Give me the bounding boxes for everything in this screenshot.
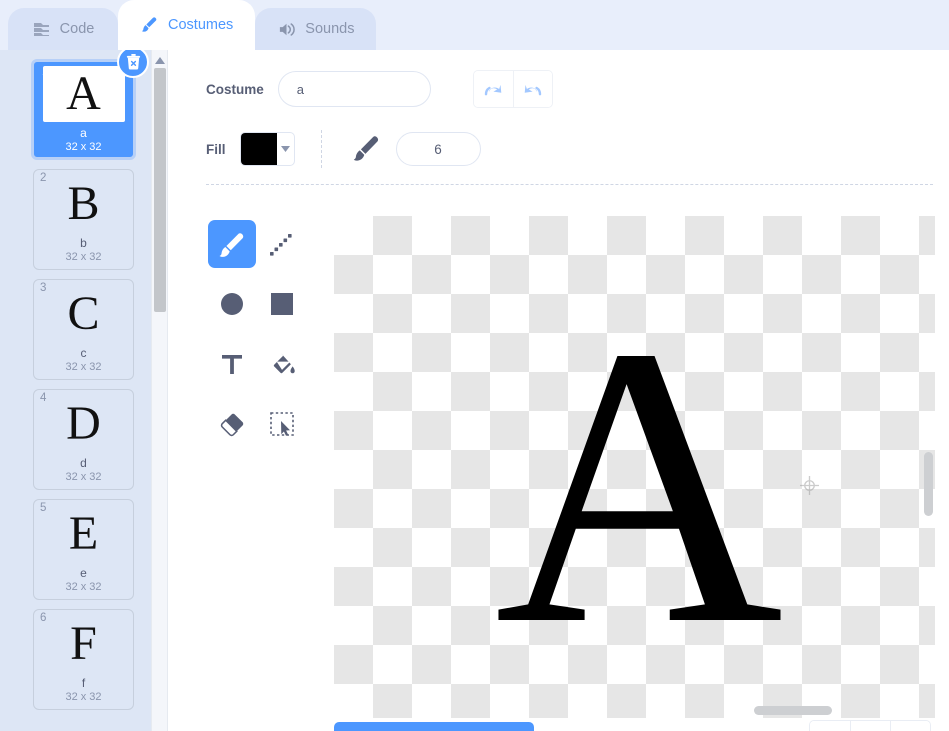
paintbrush-icon xyxy=(140,16,159,35)
paint-editor: Costume Fill xyxy=(167,50,949,731)
costume-name-label: c xyxy=(81,346,87,360)
select-tool[interactable] xyxy=(258,400,306,448)
crosshair-center-icon xyxy=(800,476,819,495)
costume-list: 1 A a 32 x 32 2 B b 32 x 32 3 C xyxy=(0,50,167,710)
zoom-controls xyxy=(809,720,931,731)
code-blocks-icon xyxy=(32,21,51,37)
canvas-vscroll-thumb[interactable] xyxy=(924,452,933,516)
costume-size-label: 32 x 32 xyxy=(65,361,101,373)
costume-list-item-5[interactable]: 5 E e 32 x 32 xyxy=(33,499,134,600)
tab-sounds[interactable]: Sounds xyxy=(255,8,376,50)
fill-tool[interactable] xyxy=(258,340,306,388)
eraser-tool[interactable] xyxy=(208,400,256,448)
fill-color-swatch[interactable] xyxy=(240,132,295,166)
tab-code[interactable]: Code xyxy=(8,8,118,50)
costume-thumbnail-letter: B xyxy=(67,180,99,228)
tool-palette xyxy=(208,220,308,460)
circle-tool[interactable] xyxy=(208,280,256,328)
costume-size-label: 32 x 32 xyxy=(65,251,101,263)
costume-name-input[interactable] xyxy=(278,71,431,107)
costume-editor-app: Code Costumes Sounds xyxy=(0,0,949,731)
tab-costumes[interactable]: Costumes xyxy=(118,0,255,50)
costume-list-item-3[interactable]: 3 C c 32 x 32 xyxy=(33,279,134,380)
costume-thumbnail-letter: D xyxy=(66,400,101,448)
costume-size-label: 32 x 32 xyxy=(65,141,101,153)
costume-name-label: f xyxy=(82,676,85,690)
costume-name-label: b xyxy=(80,236,87,250)
costume-thumbnail: D xyxy=(46,396,122,452)
costume-list-item-1[interactable]: 1 A a 32 x 32 xyxy=(31,59,136,160)
paint-canvas[interactable]: A xyxy=(334,216,935,718)
selector-scrollbar[interactable] xyxy=(151,50,167,731)
fill-label: Fill xyxy=(206,142,226,157)
zoom-reset-button[interactable] xyxy=(850,721,890,731)
costume-thumbnail-letter: F xyxy=(70,620,97,668)
delete-costume-badge[interactable] xyxy=(117,50,149,78)
costume-name-row: Costume xyxy=(206,70,553,108)
costume-list-item-2[interactable]: 2 B b 32 x 32 xyxy=(33,169,134,270)
scroll-up-arrow-icon[interactable] xyxy=(152,53,167,67)
costume-size-label: 32 x 32 xyxy=(65,691,101,703)
brush-size-input[interactable] xyxy=(396,132,481,166)
zoom-in-button[interactable] xyxy=(890,721,930,731)
line-tool[interactable] xyxy=(258,220,306,268)
costume-index: 5 xyxy=(40,502,46,514)
costume-name-label: a xyxy=(80,126,87,140)
canvas-artwork: A xyxy=(476,326,796,646)
costume-index: 3 xyxy=(40,282,46,294)
chevron-down-icon xyxy=(277,146,294,152)
costume-list-item-4[interactable]: 4 D d 32 x 32 xyxy=(33,389,134,490)
costume-index: 2 xyxy=(40,172,46,184)
costume-thumbnail: A xyxy=(43,66,125,122)
costume-index: 1 xyxy=(42,66,48,78)
canvas-hscroll-thumb[interactable] xyxy=(754,706,832,715)
costume-name-label: e xyxy=(80,566,87,580)
canvas-horizontal-scrollbar[interactable] xyxy=(334,704,935,718)
brush-tool[interactable] xyxy=(208,220,256,268)
costume-name-label: d xyxy=(80,456,87,470)
rectangle-tool[interactable] xyxy=(258,280,306,328)
tab-costumes-label: Costumes xyxy=(168,17,233,33)
costume-thumbnail-letter: E xyxy=(69,510,98,558)
zoom-out-button[interactable] xyxy=(810,721,850,731)
costume-index: 6 xyxy=(40,612,46,624)
toolbar-divider xyxy=(321,130,322,168)
costume-thumbnail-letter: C xyxy=(67,290,99,338)
canvas-artwork-letter: A xyxy=(495,330,778,642)
costume-thumbnail-letter: A xyxy=(66,70,101,118)
fill-and-size-row: Fill xyxy=(206,130,481,168)
canvas-vertical-scrollbar[interactable] xyxy=(921,216,935,718)
costume-thumbnail: F xyxy=(46,616,122,672)
fill-color-preview xyxy=(241,133,277,165)
undo-redo-group xyxy=(473,70,553,108)
costume-index: 4 xyxy=(40,392,46,404)
costume-list-item-6[interactable]: 6 F f 32 x 32 xyxy=(33,609,134,710)
tab-sounds-label: Sounds xyxy=(305,21,354,37)
text-tool[interactable] xyxy=(208,340,256,388)
redo-button[interactable] xyxy=(513,71,552,107)
costume-size-label: 32 x 32 xyxy=(65,471,101,483)
costume-thumbnail: E xyxy=(46,506,122,562)
undo-button[interactable] xyxy=(474,71,513,107)
tab-bar: Code Costumes Sounds xyxy=(0,0,949,50)
costume-size-label: 32 x 32 xyxy=(65,581,101,593)
convert-to-vector-button[interactable]: Convert to Vector xyxy=(334,722,534,731)
toolbar-separator xyxy=(206,184,933,185)
costume-thumbnail: B xyxy=(46,176,122,232)
tab-code-label: Code xyxy=(60,21,95,37)
speaker-icon xyxy=(277,21,296,38)
selector-scrollbar-thumb[interactable] xyxy=(154,68,166,312)
costume-selector-panel: 1 A a 32 x 32 2 B b 32 x 32 3 C xyxy=(0,50,167,731)
costume-thumbnail: C xyxy=(46,286,122,342)
costume-label: Costume xyxy=(206,82,264,97)
brush-size-icon xyxy=(348,134,382,164)
